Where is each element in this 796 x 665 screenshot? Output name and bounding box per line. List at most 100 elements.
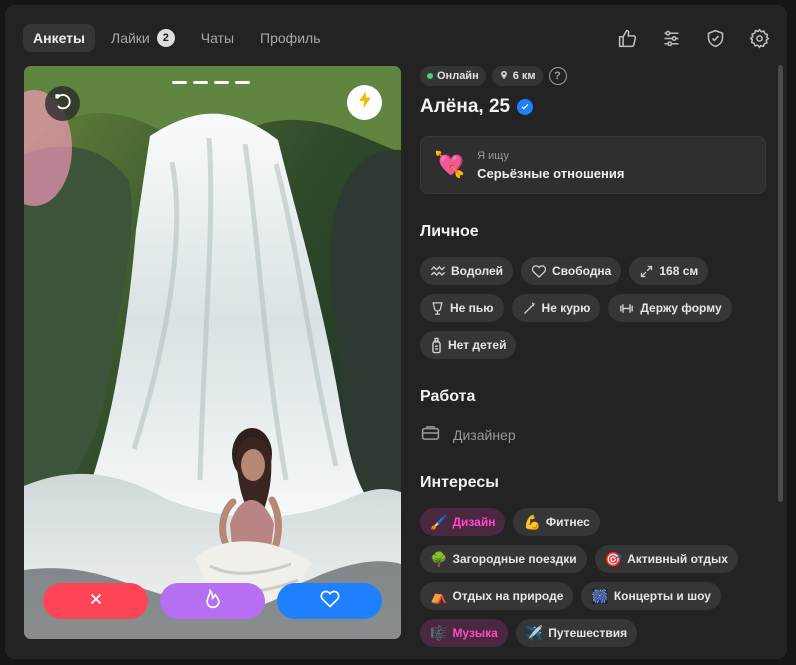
relationship-goal-text: Я ищу Серьёзные отношения	[477, 150, 624, 181]
boost-button[interactable]	[347, 85, 382, 120]
location-pin-icon	[499, 70, 509, 83]
personal-chip-label: Свободна	[552, 264, 612, 278]
no-smoking-icon	[522, 301, 537, 316]
aquarius-icon	[430, 265, 446, 277]
thumb-up-icon[interactable]	[611, 22, 643, 54]
tree-icon: 🌳	[430, 551, 448, 567]
interest-chip: 🖌️ Дизайн	[420, 508, 506, 536]
personal-chip-label: 168 см	[659, 264, 699, 278]
airplane-icon: ✈️	[525, 625, 544, 641]
distance-label: 6 км	[512, 70, 536, 82]
details-scrollbar[interactable]	[778, 65, 783, 502]
profile-details: Онлайн 6 км ? Алёна, 25 💘 Я ищу Серьёзны…	[420, 66, 770, 647]
tab-profile-label: Профиль	[260, 30, 321, 46]
personal-chip: Не курю	[511, 294, 601, 322]
work-value: Дизайнер	[453, 426, 516, 443]
height-icon	[639, 264, 654, 279]
personal-chip: Водолей	[420, 257, 514, 285]
photo-indicator-dot	[172, 81, 187, 84]
top-actions	[611, 22, 775, 54]
relationship-goal-card: 💘 Я ищу Серьёзные отношения	[420, 136, 766, 194]
interests-list: 🖌️ Дизайн 💪 Фитнес 🌳 Загородные поездки 🎯 Ак…	[420, 508, 770, 647]
personal-section-title: Личное	[420, 223, 479, 240]
interest-chip-label: Концерты и шоу	[613, 589, 711, 603]
photo-indicator-dot	[235, 81, 250, 84]
filters-icon[interactable]	[655, 22, 687, 54]
relationship-goal-label: Я ищу	[477, 149, 509, 162]
photo-indicator-dot	[193, 81, 208, 84]
interest-chip: 🎯 Активный отдых	[594, 545, 738, 573]
interest-chip-label: Загородные поездки	[452, 552, 577, 566]
personal-chip-label: Не курю	[541, 301, 591, 315]
tab-chats-label: Чаты	[200, 30, 235, 46]
briefcase-icon	[420, 424, 441, 445]
super-like-button[interactable]	[160, 583, 265, 619]
target-icon: 🎯	[604, 551, 623, 567]
personal-chip: Не пью	[420, 294, 504, 322]
tab-profiles[interactable]: Анкеты	[23, 24, 95, 52]
heart-icon	[320, 589, 340, 614]
interest-chip-label: Активный отдых	[627, 552, 728, 566]
interest-chip: ✈️ Путешествия	[515, 619, 638, 647]
close-icon	[87, 590, 105, 613]
tab-chats[interactable]: Чаты	[191, 24, 244, 52]
likes-count-badge: 2	[156, 29, 175, 47]
personal-chip-label: Не пью	[450, 301, 494, 315]
interest-chip-label: Музыка	[452, 626, 498, 640]
personal-traits-list: Водолей Свободна 168 см Не пью Не курю Д…	[420, 257, 770, 359]
personal-chip-label: Водолей	[451, 264, 504, 278]
relationship-goal-value: Серьёзные отношения	[477, 165, 625, 181]
online-status-label: Онлайн	[437, 70, 479, 82]
online-status-badge: Онлайн	[420, 66, 486, 86]
photo-indicator-dot	[214, 81, 229, 84]
glass-icon	[430, 301, 445, 316]
online-dot-icon	[427, 73, 433, 79]
interest-chip: 🎼 Музыка	[420, 619, 508, 647]
top-navigation: Анкеты Лайки 2 Чаты Профиль	[23, 21, 775, 55]
work-row: Дизайнер	[420, 424, 770, 445]
undo-button[interactable]	[45, 86, 80, 121]
waterfall-photo	[24, 66, 401, 639]
interest-chip: 💪 Фитнес	[513, 508, 600, 536]
like-button[interactable]	[277, 583, 382, 619]
tab-likes-label: Лайки	[111, 30, 150, 46]
dumbbell-icon	[618, 302, 635, 315]
personal-chip-label: Держу форму	[640, 301, 722, 315]
personal-chip: Нет детей	[420, 331, 517, 359]
paintbrush-icon: 🖌️	[430, 514, 448, 530]
shield-icon[interactable]	[699, 22, 731, 54]
interest-chip-label: Дизайн	[452, 515, 496, 529]
dislike-button[interactable]	[43, 583, 148, 619]
interests-section-title: Интересы	[420, 474, 499, 491]
tab-likes[interactable]: Лайки 2	[101, 24, 185, 52]
personal-chip: 168 см	[629, 257, 709, 285]
profile-name-row: Алёна, 25	[420, 94, 770, 120]
verified-icon	[517, 99, 534, 115]
flexed-biceps-icon: 💪	[523, 514, 541, 530]
personal-chip: Держу форму	[608, 294, 732, 322]
swipe-actions	[43, 583, 382, 619]
personal-chip: Свободна	[521, 257, 622, 285]
tab-profiles-label: Анкеты	[33, 30, 85, 46]
profile-status-row: Онлайн 6 км ?	[420, 66, 770, 86]
interest-chip-label: Фитнес	[545, 515, 590, 529]
baby-bottle-icon	[430, 337, 443, 354]
distance-badge: 6 км	[491, 66, 543, 86]
interest-chip: 🎆 Концерты и шоу	[581, 582, 721, 610]
flame-icon	[203, 587, 223, 614]
heart-arrow-icon: 💘	[434, 150, 466, 179]
settings-icon[interactable]	[743, 22, 775, 54]
interest-chip: 🌳 Загородные поездки	[420, 545, 587, 573]
photo-page-indicator	[172, 81, 250, 84]
heart-outline-icon	[531, 264, 547, 279]
profile-photo-card[interactable]	[24, 66, 401, 639]
tent-icon: ⛺	[430, 588, 448, 604]
tab-profile[interactable]: Профиль	[250, 24, 330, 52]
app-window: Анкеты Лайки 2 Чаты Профиль Онлайн 6 км …	[5, 5, 787, 659]
music-score-icon: 🎼	[430, 625, 448, 641]
interest-chip-label: Путешествия	[548, 626, 628, 640]
help-icon[interactable]: ?	[548, 67, 567, 85]
undo-icon	[53, 91, 73, 116]
interest-chip: ⛺ Отдых на природе	[420, 582, 574, 610]
personal-chip-label: Нет детей	[448, 338, 507, 352]
